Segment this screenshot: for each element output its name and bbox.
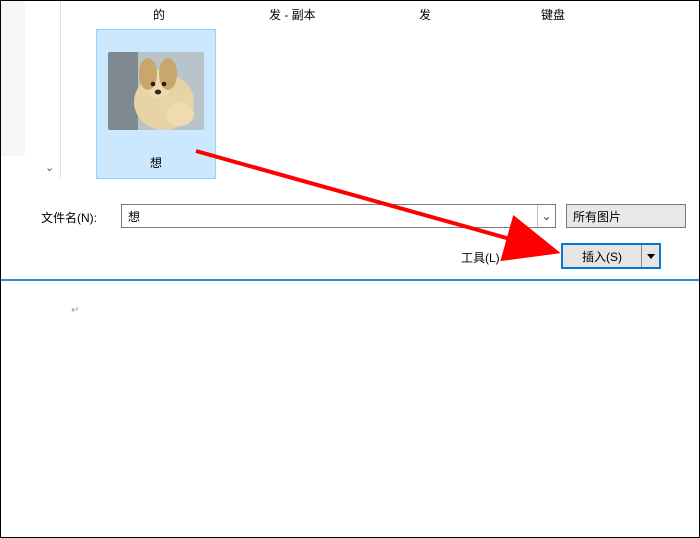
tree-gutter [1,1,25,156]
file-thumbnail-selected[interactable]: 想 [96,29,216,179]
filename-label: 文件名(N): [41,209,97,226]
file-dialog-area: ⌄ 的 发 - 副本 发 键盘 [1,1,699,279]
folder-tree-pane[interactable]: ⌄ [1,1,61,179]
filename-row: 文件名(N): ⌄ 所有图片 [1,201,699,233]
file-type-filter[interactable]: 所有图片 [566,204,686,228]
file-type-filter-label: 所有图片 [573,208,621,225]
tools-row: 工具(L) 插入(S) [1,241,699,273]
filename-dropdown-icon[interactable]: ⌄ [537,205,555,227]
insert-dropdown-button[interactable] [641,245,659,267]
chevron-down-icon[interactable]: ⌄ [45,161,54,174]
thumbnail-caption: 想 [97,154,215,171]
insert-button-label: 插入(S) [582,248,622,265]
file-label-3: 发 [419,6,431,23]
tools-dropdown-icon[interactable] [526,250,536,256]
tools-menu-label[interactable]: 工具(L) [461,249,500,266]
file-labels-row: 的 发 - 副本 发 键盘 [61,1,699,27]
paragraph-mark-icon: ↵ [71,305,79,316]
file-label-2: 发 - 副本 [269,6,316,23]
filename-combobox[interactable]: ⌄ [121,204,556,228]
insert-button[interactable]: 插入(S) [563,245,641,267]
window-frame: ⌄ 的 发 - 副本 发 键盘 [0,0,700,538]
thumbnail-image [108,52,204,130]
filename-input[interactable] [122,209,537,223]
document-area[interactable]: ↵ [1,281,699,537]
file-label-1: 的 [153,6,165,23]
file-label-4: 键盘 [541,6,565,23]
insert-split-button[interactable]: 插入(S) [561,243,661,269]
